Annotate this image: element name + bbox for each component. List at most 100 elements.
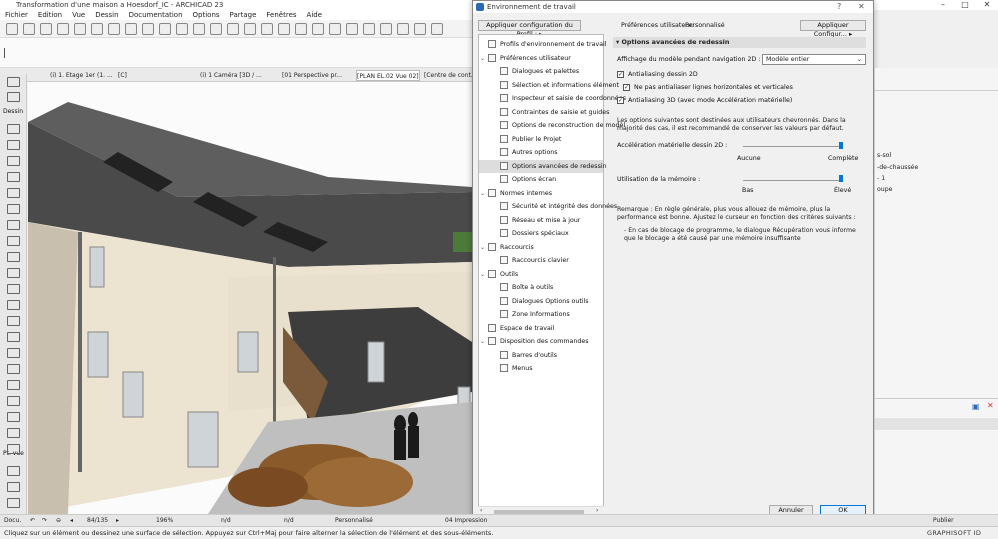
- tool-icon[interactable]: [7, 188, 20, 198]
- aa2d-checkbox[interactable]: ✓: [617, 71, 624, 78]
- close-icon[interactable]: ✕: [976, 0, 998, 10]
- tool-icon[interactable]: [7, 348, 20, 358]
- toolbar-button-icon[interactable]: [159, 23, 171, 35]
- next-page-icon[interactable]: ▸: [116, 517, 119, 524]
- tree-item[interactable]: Sécurité et intégrité des données: [479, 200, 617, 213]
- tool-icon[interactable]: [7, 236, 20, 246]
- 3d-viewport[interactable]: [28, 82, 472, 514]
- tree-item[interactable]: Autres options: [479, 146, 603, 159]
- navigator-item-1[interactable]: -de-chaussée: [877, 164, 918, 171]
- scroll-right-icon[interactable]: ›: [596, 507, 598, 514]
- tool-icon[interactable]: [7, 284, 20, 294]
- toolbar-button-icon[interactable]: [74, 23, 86, 35]
- tree-item[interactable]: Options avancées de redessin: [479, 159, 607, 173]
- toolbar-button-icon[interactable]: [329, 23, 341, 35]
- expand-chevron-icon[interactable]: ⌄: [480, 241, 485, 254]
- view-tab[interactable]: [PLAN EL.02 Vue 02]: [356, 70, 420, 81]
- tool-icon[interactable]: [7, 92, 20, 102]
- tool-icon[interactable]: [7, 428, 20, 438]
- menu-item-5[interactable]: Options: [188, 10, 225, 20]
- panel-field[interactable]: [875, 418, 998, 430]
- tree-item[interactable]: ⌄ Raccourcis: [479, 241, 603, 254]
- prev-page-icon[interactable]: ◂: [70, 517, 73, 524]
- section-header[interactable]: ▾ Options avancées de redessin: [613, 37, 866, 48]
- view-tab[interactable]: (i) 1 Caméra [3D / ...: [200, 70, 278, 81]
- toolbar-button-icon[interactable]: [346, 23, 358, 35]
- tool-icon[interactable]: [7, 204, 20, 214]
- redo-icon[interactable]: ↷: [42, 517, 47, 524]
- tree-item[interactable]: Boîte à outils: [479, 281, 603, 294]
- expand-chevron-icon[interactable]: ⌄: [480, 52, 485, 65]
- zoom-level[interactable]: 196%: [156, 517, 173, 524]
- toolbar-button-icon[interactable]: [176, 23, 188, 35]
- tool-icon[interactable]: [7, 220, 20, 230]
- publish-button[interactable]: Publier: [933, 517, 954, 524]
- expand-chevron-icon[interactable]: ⌄: [480, 335, 485, 348]
- tree-item[interactable]: ⌄ Outils: [479, 268, 603, 281]
- tree-item[interactable]: Dossiers spéciaux: [479, 227, 603, 240]
- tree-item[interactable]: Réseau et mise à jour: [479, 214, 603, 227]
- menu-item-3[interactable]: Dessin: [90, 10, 123, 20]
- tool-icon[interactable]: [7, 268, 20, 278]
- menu-item-0[interactable]: Fichier: [0, 10, 33, 20]
- tool-icon[interactable]: [7, 380, 20, 390]
- tool-icon[interactable]: [7, 172, 20, 182]
- toolbar-button-icon[interactable]: [295, 23, 307, 35]
- tree-item[interactable]: Options écran: [479, 173, 603, 186]
- menu-item-1[interactable]: Edition: [33, 10, 67, 20]
- menu-item-8[interactable]: Aide: [302, 10, 327, 20]
- tool-icon[interactable]: [7, 444, 20, 454]
- toolbar-button-icon[interactable]: [244, 23, 256, 35]
- hw-accel-knob[interactable]: [839, 142, 843, 149]
- tree-item[interactable]: Dialogues Options outils: [479, 295, 603, 308]
- toolbar-button-icon[interactable]: [142, 23, 154, 35]
- toolbar-button-icon[interactable]: [431, 23, 443, 35]
- tree-item[interactable]: Inspecteur et saisie de coordonnées: [479, 92, 626, 105]
- tool-icon[interactable]: [7, 156, 20, 166]
- toolbar-button-icon[interactable]: [363, 23, 375, 35]
- tool-icon[interactable]: [7, 77, 20, 87]
- apply-profile-button[interactable]: Appliquer configuration du Profil : ▸: [478, 20, 581, 38]
- view-tab[interactable]: [Centre de cont...: [424, 70, 472, 81]
- toolbar-button-icon[interactable]: [91, 23, 103, 35]
- tree-item[interactable]: Menus: [479, 362, 603, 375]
- tree-item[interactable]: Barres d'outils: [479, 349, 603, 362]
- graphisoft-id[interactable]: GRAPHISOFT ID: [927, 529, 981, 537]
- tool-icon[interactable]: [7, 466, 20, 476]
- menu-item-6[interactable]: Partage: [225, 10, 262, 20]
- toolbar-button-icon[interactable]: [108, 23, 120, 35]
- toolbar-button-icon[interactable]: [414, 23, 426, 35]
- toolbar-button-icon[interactable]: [210, 23, 222, 35]
- tree-item[interactable]: ⌄ Disposition des commandes: [479, 335, 603, 348]
- tool-icon[interactable]: [7, 252, 20, 262]
- memory-slider[interactable]: [743, 180, 841, 181]
- no-aa-lines-checkbox[interactable]: ✓: [623, 84, 630, 91]
- tool-icon[interactable]: [7, 140, 20, 150]
- menu-item-7[interactable]: Fenêtres: [261, 10, 301, 20]
- toolbar-button-icon[interactable]: [23, 23, 35, 35]
- toolbar-button-icon[interactable]: [380, 23, 392, 35]
- toolbar-button-icon[interactable]: [278, 23, 290, 35]
- toolbar-button-icon[interactable]: [40, 23, 52, 35]
- zoom-out-icon[interactable]: ⊖: [56, 517, 61, 524]
- panel-close-icon[interactable]: ✕: [987, 401, 994, 410]
- tree-item[interactable]: Zone Informations: [479, 308, 603, 321]
- view-tab[interactable]: [01 Perspective pr...: [282, 70, 352, 81]
- aa3d-checkbox[interactable]: ✓: [617, 97, 624, 104]
- menu-item-4[interactable]: Documentation: [124, 10, 188, 20]
- menu-item-2[interactable]: Vue: [67, 10, 90, 20]
- scroll-left-icon[interactable]: ‹: [480, 507, 482, 514]
- tool-icon[interactable]: [7, 300, 20, 310]
- navigator-item-0[interactable]: s-sol: [877, 152, 891, 159]
- minimize-icon[interactable]: –: [932, 0, 954, 10]
- tree-item[interactable]: ⌄ Préférences utilisateur: [479, 52, 603, 65]
- navigator-item-3[interactable]: oupe: [877, 186, 892, 193]
- memory-knob[interactable]: [839, 175, 843, 182]
- toolbar-button-icon[interactable]: [227, 23, 239, 35]
- undo-icon[interactable]: ↶: [30, 517, 35, 524]
- dialog-close-icon[interactable]: ✕: [858, 2, 865, 11]
- toolbar-button-icon[interactable]: [6, 23, 18, 35]
- tool-icon[interactable]: [7, 498, 20, 508]
- tree-item[interactable]: Raccourcis clavier: [479, 254, 603, 267]
- toolbar-button-icon[interactable]: [261, 23, 273, 35]
